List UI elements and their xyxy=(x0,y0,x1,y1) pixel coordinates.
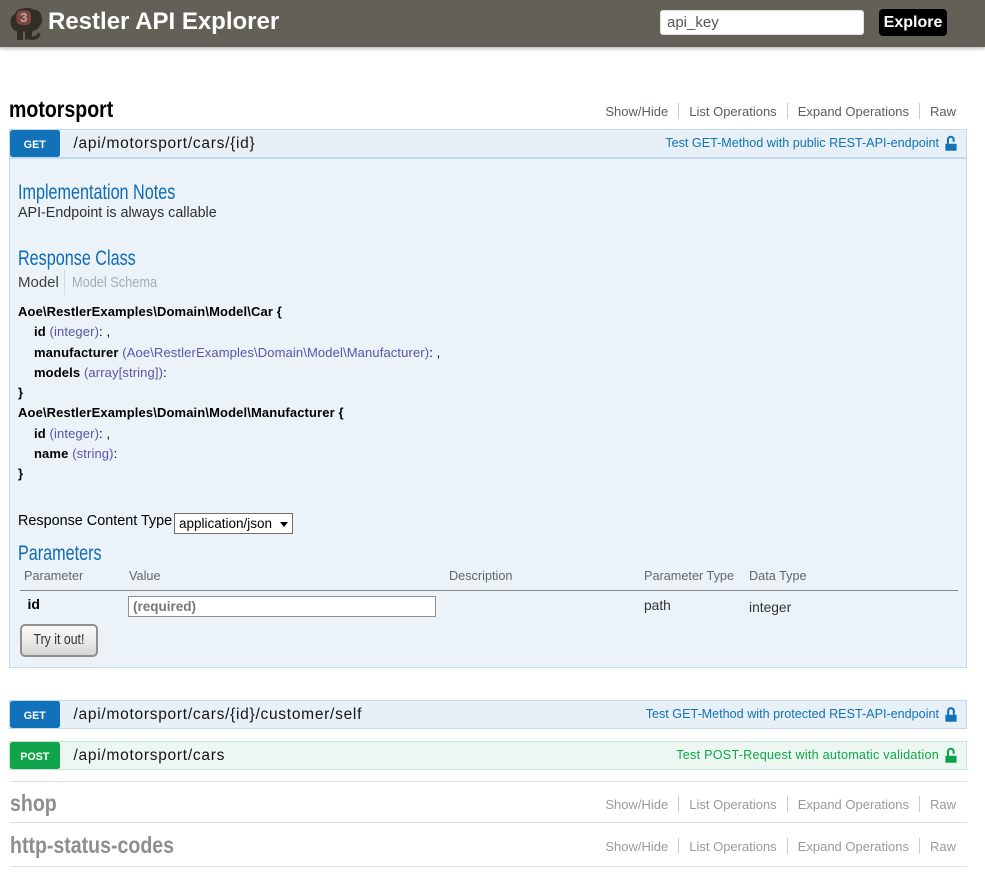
svg-text:3: 3 xyxy=(20,10,27,25)
